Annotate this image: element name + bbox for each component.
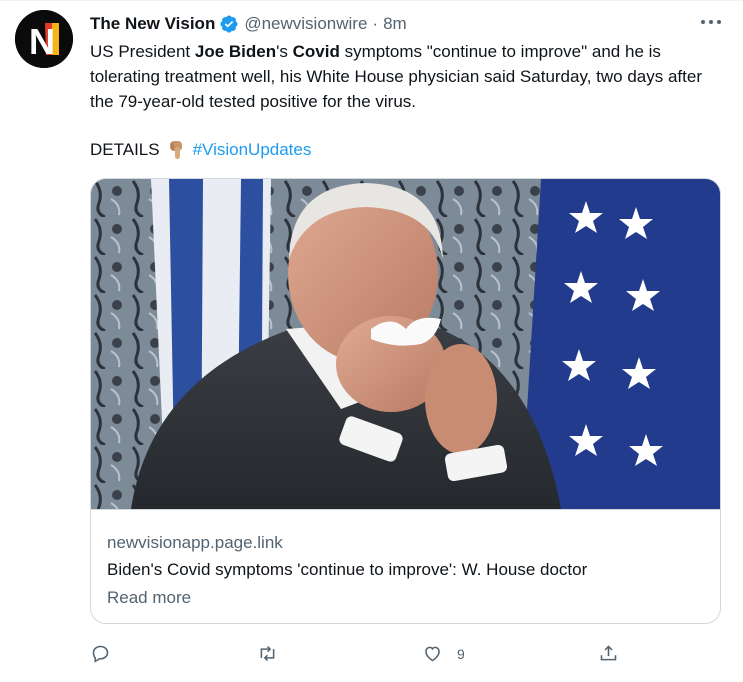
card-domain: newvisionapp.page.link	[107, 533, 283, 552]
card-divider	[91, 509, 720, 510]
reply-button[interactable]	[90, 643, 125, 664]
bold-name: Joe Biden	[194, 42, 277, 61]
new-vision-logo: N	[15, 10, 73, 68]
top-divider	[0, 0, 743, 1]
link-card[interactable]: newvisionapp.page.link Biden's Covid sym…	[90, 178, 721, 624]
card-image	[91, 179, 720, 509]
tweet-timestamp[interactable]: 8m	[383, 14, 407, 34]
author-handle[interactable]: @newvisionwire	[244, 14, 367, 34]
tweet-text: US President Joe Biden's Covid symptoms …	[90, 42, 702, 111]
more-options-icon[interactable]	[698, 12, 724, 32]
share-button[interactable]	[598, 643, 633, 664]
tweet-header: The New Vision @newvisionwire · 8m	[90, 12, 407, 36]
share-icon	[600, 645, 617, 661]
read-more-link[interactable]: Read more	[107, 588, 191, 608]
heart-icon	[425, 646, 440, 662]
avatar[interactable]: N	[15, 10, 73, 68]
like-button[interactable]: 9	[422, 643, 465, 664]
bold-covid: Covid	[292, 42, 340, 61]
details-line: DETAILS #VisionUpdates	[90, 138, 311, 162]
reply-icon	[92, 645, 109, 663]
details-label: DETAILS	[90, 140, 160, 159]
retweet-button[interactable]	[257, 643, 292, 664]
author-name[interactable]: The New Vision	[90, 14, 215, 34]
like-count: 9	[457, 645, 465, 662]
verified-badge-icon	[220, 15, 238, 33]
avatar-letter: N	[29, 21, 55, 62]
header-separator: ·	[372, 14, 379, 33]
pointing-down-emoji	[169, 141, 182, 159]
retweet-icon	[260, 645, 275, 662]
card-title[interactable]: Biden's Covid symptoms 'continue to impr…	[107, 560, 587, 580]
hashtag-link[interactable]: #VisionUpdates	[193, 138, 312, 162]
